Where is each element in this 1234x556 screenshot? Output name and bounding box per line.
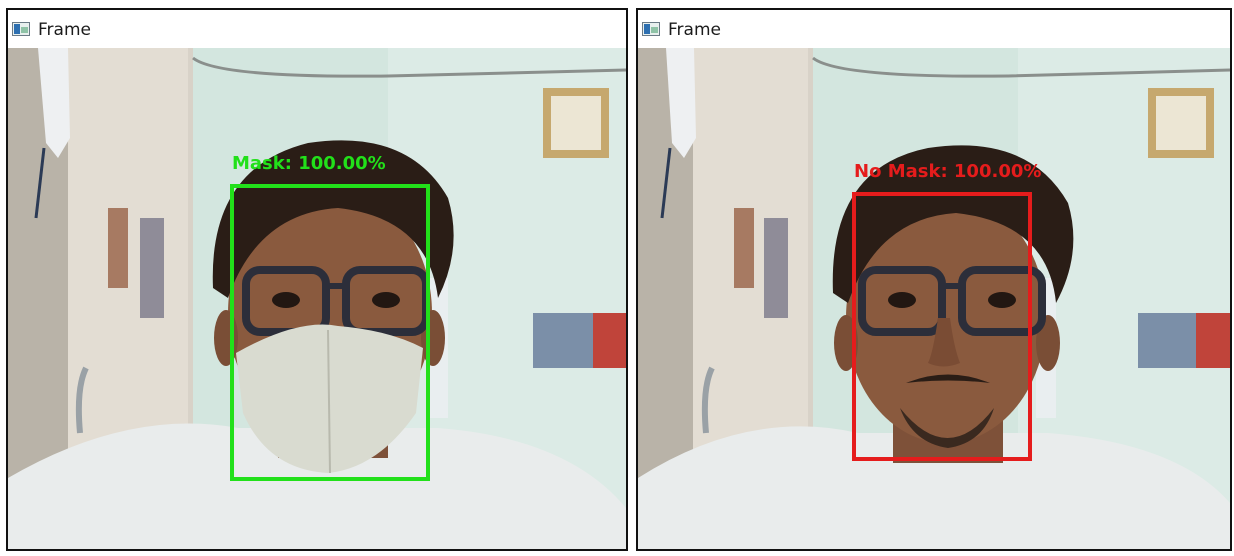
app-window-icon xyxy=(12,22,30,36)
detection-label: Mask: 100.00% xyxy=(232,153,386,174)
wall-picture xyxy=(108,208,128,288)
camera-window-no-mask[interactable]: Frame No Mask: 100.00% xyxy=(636,8,1232,551)
detection-label: No Mask: 100.00% xyxy=(854,161,1041,182)
wall-picture xyxy=(734,208,754,288)
app-window-icon xyxy=(642,22,660,36)
window-title-bar[interactable]: Frame xyxy=(638,10,1230,48)
window-title: Frame xyxy=(38,20,91,40)
camera-image: Mask: 100.00% xyxy=(8,48,626,549)
window-title: Frame xyxy=(668,20,721,40)
camera-image: No Mask: 100.00% xyxy=(638,48,1230,549)
window-title-bar[interactable]: Frame xyxy=(8,10,626,48)
camera-window-mask[interactable]: Frame Mask: 100.00% xyxy=(6,8,628,551)
camera-frame: Mask: 100.00% xyxy=(8,48,626,549)
camera-frame: No Mask: 100.00% xyxy=(638,48,1230,549)
